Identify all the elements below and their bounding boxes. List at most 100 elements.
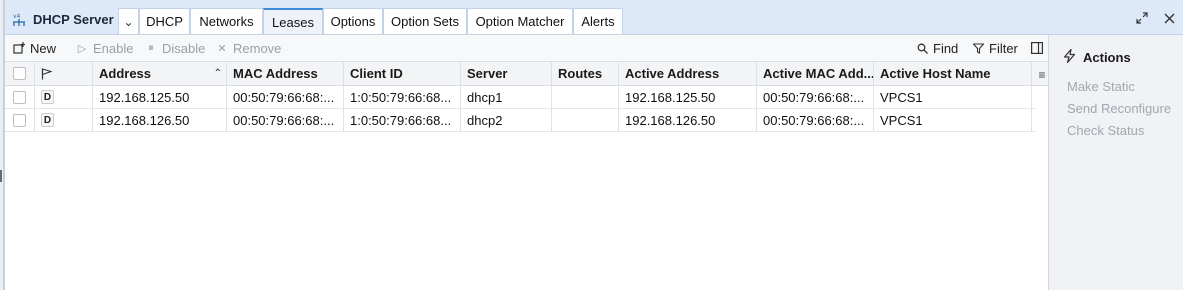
- dynamic-badge: D: [41, 113, 54, 127]
- new-label: New: [30, 40, 57, 56]
- tab-option-sets[interactable]: Option Sets: [383, 8, 467, 34]
- panel-toggle-button[interactable]: [1031, 39, 1043, 57]
- flag-column-header[interactable]: [35, 62, 93, 85]
- tab-alerts[interactable]: Alerts: [573, 8, 623, 34]
- app-title: v4 DHCP Server: [11, 9, 114, 29]
- check-status-action[interactable]: Check Status: [1067, 123, 1144, 138]
- table-row[interactable]: D 192.168.126.50 00:50:79:66:68:... 1:0:…: [5, 109, 1035, 132]
- cell-client-id: 1:0:50:79:66:68...: [344, 86, 461, 108]
- column-header-server[interactable]: Server: [461, 62, 552, 85]
- cell-active-address: 192.168.126.50: [619, 109, 757, 131]
- select-all-checkbox-cell[interactable]: [5, 62, 35, 85]
- column-header-routes[interactable]: Routes: [552, 62, 619, 85]
- new-icon: [13, 42, 25, 54]
- enable-button[interactable]: ▷ Enable: [76, 39, 134, 57]
- column-header-mac-address[interactable]: MAC Address: [227, 62, 344, 85]
- remove-button[interactable]: ✕ Remove: [216, 39, 281, 57]
- tab-networks[interactable]: Networks: [190, 8, 263, 34]
- lightning-icon: [1063, 48, 1076, 66]
- edge-mark: [0, 170, 3, 182]
- app-title-label: DHCP Server: [33, 11, 114, 27]
- search-icon: [916, 42, 928, 54]
- cell-mac-address: 00:50:79:66:68:...: [227, 86, 344, 108]
- column-header-active-host-name-label: Active Host Name: [880, 66, 991, 81]
- tab-leases-label: Leases: [272, 14, 314, 30]
- restore-icon: [1136, 12, 1148, 24]
- tab-options[interactable]: Options: [323, 8, 383, 34]
- title-tab-bar: v4 DHCP Server ⌄ DHCP Networks Leases Op…: [5, 0, 1183, 35]
- column-header-active-host-name[interactable]: Active Host Name: [874, 62, 1032, 85]
- column-header-active-address-label: Active Address: [625, 66, 720, 81]
- restore-button[interactable]: [1134, 10, 1150, 26]
- cell-active-host-name: VPCS1: [874, 86, 1032, 108]
- cell-server: dhcp1: [461, 86, 552, 108]
- column-header-address-label: Address: [99, 66, 152, 81]
- column-menu-icon[interactable]: ≡: [1036, 62, 1048, 87]
- row-checkbox-cell[interactable]: [5, 86, 35, 108]
- tab-option-matcher-label: Option Matcher: [475, 14, 565, 29]
- sidebar-panel-icon: [1031, 42, 1043, 54]
- cell-client-id: 1:0:50:79:66:68...: [344, 109, 461, 131]
- flag-icon: [41, 67, 52, 79]
- table-row[interactable]: D 192.168.125.50 00:50:79:66:68:... 1:0:…: [5, 86, 1035, 109]
- cell-active-mac-address: 00:50:79:66:68:...: [757, 109, 874, 131]
- select-all-checkbox[interactable]: [13, 67, 26, 80]
- column-header-address[interactable]: Address ⌃: [93, 62, 227, 85]
- chevron-down-icon: ⌄: [123, 14, 134, 29]
- make-static-action[interactable]: Make Static: [1067, 79, 1135, 94]
- row-checkbox[interactable]: [13, 113, 26, 127]
- find-label: Find: [933, 40, 959, 56]
- send-reconfigure-action[interactable]: Send Reconfigure: [1067, 101, 1171, 116]
- actions-panel: Actions Make Static Send Reconfigure Che…: [1048, 35, 1183, 290]
- new-button[interactable]: New: [13, 39, 56, 57]
- cell-routes: [552, 109, 619, 131]
- tab-option-matcher[interactable]: Option Matcher: [467, 8, 573, 34]
- play-icon: ▷: [77, 42, 87, 55]
- enable-label: Enable: [93, 40, 134, 56]
- disable-button[interactable]: ⏸ Disable: [145, 39, 205, 57]
- row-flag-cell: D: [35, 109, 93, 131]
- filter-icon: [972, 42, 984, 54]
- filter-label: Filter: [989, 40, 1018, 56]
- actions-title-label: Actions: [1083, 50, 1131, 65]
- dynamic-badge: D: [41, 90, 54, 104]
- tab-overflow-dropdown[interactable]: ⌄: [118, 8, 139, 34]
- row-checkbox-cell[interactable]: [5, 109, 35, 131]
- tab-leases[interactable]: Leases: [263, 8, 323, 34]
- row-flag-cell: D: [35, 86, 93, 108]
- row-checkbox[interactable]: [13, 90, 26, 104]
- cell-mac-address: 00:50:79:66:68:...: [227, 109, 344, 131]
- pause-icon: ⏸: [148, 41, 154, 54]
- tab-alerts-label: Alerts: [581, 14, 615, 29]
- column-header-active-address[interactable]: Active Address: [619, 62, 757, 85]
- column-header-active-mac-address-label: Active MAC Add...: [763, 66, 874, 81]
- tab-options-label: Options: [330, 14, 376, 29]
- column-header-server-label: Server: [467, 66, 508, 81]
- cell-address: 192.168.126.50: [93, 109, 227, 131]
- close-icon: ✕: [217, 42, 227, 55]
- cell-address: 192.168.125.50: [93, 86, 227, 108]
- svg-text:v4: v4: [13, 13, 21, 20]
- tab-networks-label: Networks: [199, 14, 254, 29]
- actions-title: Actions: [1063, 48, 1131, 66]
- sort-ascending-icon: ⌃: [213, 68, 222, 79]
- cell-active-host-name: VPCS1: [874, 109, 1032, 131]
- cell-routes: [552, 86, 619, 108]
- find-button[interactable]: Find: [916, 39, 958, 57]
- column-header-client-id-label: Client ID: [350, 66, 403, 81]
- tab-dhcp[interactable]: DHCP: [139, 8, 190, 34]
- column-header-routes-label: Routes: [558, 66, 603, 81]
- filter-button[interactable]: Filter: [972, 39, 1018, 57]
- close-button[interactable]: [1161, 10, 1177, 26]
- table-header: Address ⌃ MAC Address Client ID Server Ro…: [5, 61, 1048, 86]
- network-icon: v4: [11, 11, 27, 27]
- tab-option-sets-label: Option Sets: [391, 14, 459, 29]
- toolbar: New ▷ Enable ⏸ Disable ✕ Remove Find Fil…: [5, 35, 1048, 60]
- close-icon: [1164, 13, 1174, 23]
- dhcp-server-window: v4 DHCP Server ⌄ DHCP Networks Leases Op…: [4, 0, 1183, 290]
- column-header-active-mac-address[interactable]: Active MAC Add...: [757, 62, 874, 85]
- column-header-client-id[interactable]: Client ID: [344, 62, 461, 85]
- vertical-scrollbar[interactable]: [1035, 86, 1048, 290]
- disable-label: Disable: [162, 40, 206, 56]
- cell-active-mac-address: 00:50:79:66:68:...: [757, 86, 874, 108]
